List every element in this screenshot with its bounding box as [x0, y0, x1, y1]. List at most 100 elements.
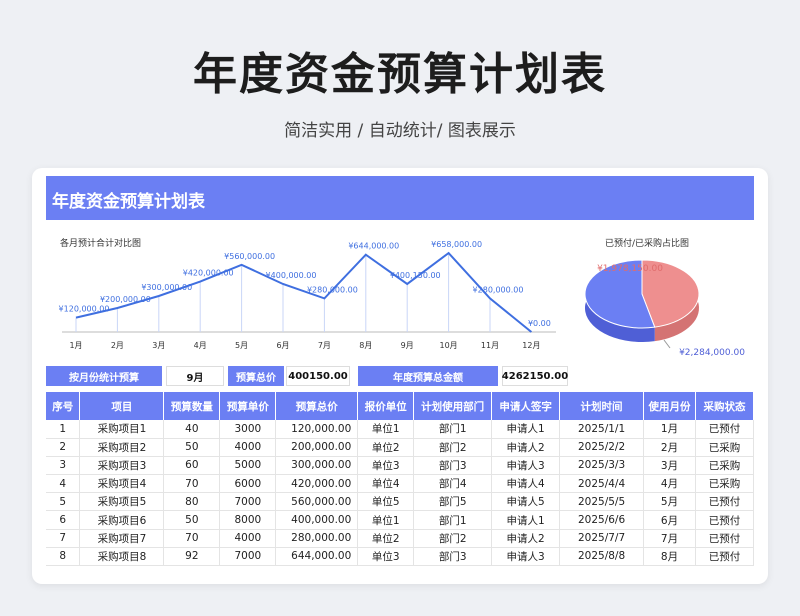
- table-cell[interactable]: 申请人4: [491, 474, 561, 494]
- table-cell[interactable]: 采购项目1: [79, 420, 165, 439]
- table-row[interactable]: 5 采购项目5 80 7000 560,000.00 单位5 部门5 申请人5 2025/5/5…: [46, 492, 755, 512]
- table-cell[interactable]: 已预付: [695, 510, 755, 530]
- table-cell[interactable]: 申请人5: [491, 492, 561, 512]
- table-cell[interactable]: 4000: [219, 438, 277, 457]
- table-cell[interactable]: 采购项目6: [79, 510, 165, 530]
- table-cell[interactable]: 申请人3: [491, 456, 561, 476]
- table-cell[interactable]: 已采购: [695, 456, 755, 476]
- table-cell[interactable]: 已预付: [695, 547, 755, 567]
- table-cell[interactable]: 280,000.00: [275, 529, 359, 548]
- table-cell[interactable]: 采购项目2: [79, 438, 165, 457]
- table-cell[interactable]: 6000: [219, 474, 277, 494]
- x-tick-label: 10月: [440, 341, 458, 350]
- table-cell[interactable]: 部门4: [413, 474, 493, 494]
- table-cell[interactable]: 部门1: [413, 510, 493, 530]
- table-cell[interactable]: 部门2: [413, 438, 493, 457]
- table-cell[interactable]: 300,000.00: [275, 456, 359, 476]
- table-cell[interactable]: 70: [163, 529, 221, 548]
- table-cell[interactable]: 已预付: [695, 529, 755, 548]
- table-cell[interactable]: 80: [163, 492, 221, 512]
- table-cell[interactable]: 1月: [643, 420, 696, 439]
- table-cell[interactable]: 120,000.00: [275, 420, 359, 439]
- table-cell[interactable]: 7000: [219, 492, 277, 512]
- table-cell[interactable]: 申请人2: [491, 529, 561, 548]
- table-cell[interactable]: 申请人2: [491, 438, 561, 457]
- table-cell[interactable]: 单位5: [357, 492, 415, 512]
- table-cell[interactable]: 单位1: [357, 510, 415, 530]
- table-cell[interactable]: 已预付: [695, 492, 755, 512]
- table-cell[interactable]: 2025/3/3: [559, 456, 645, 476]
- table-cell[interactable]: 60: [163, 456, 221, 476]
- table-cell[interactable]: 400,000.00: [275, 510, 359, 530]
- table-cell[interactable]: 申请人3: [491, 547, 561, 567]
- table-cell[interactable]: 2月: [643, 438, 696, 457]
- table-cell[interactable]: 4000: [219, 529, 277, 548]
- table-row[interactable]: 6 采购项目6 50 8000 400,000.00 单位1 部门1 申请人1 2025/6/6…: [46, 510, 755, 530]
- table-cell[interactable]: 2025/5/5: [559, 492, 645, 512]
- data-label: ¥644,000.00: [348, 242, 399, 251]
- table-cell[interactable]: 部门1: [413, 420, 493, 439]
- table-cell[interactable]: 7月: [643, 529, 696, 548]
- table-cell[interactable]: 92: [163, 547, 221, 567]
- table-cell[interactable]: 70: [163, 474, 221, 494]
- table-cell[interactable]: 2025/7/7: [559, 529, 645, 548]
- table-cell[interactable]: 8: [46, 547, 81, 567]
- table-cell[interactable]: 2025/2/2: [559, 438, 645, 457]
- table-cell[interactable]: 2025/4/4: [559, 474, 645, 494]
- table-cell[interactable]: 已预付: [695, 420, 755, 439]
- table-cell[interactable]: 50: [163, 438, 221, 457]
- table-cell[interactable]: 200,000.00: [275, 438, 359, 457]
- table-cell[interactable]: 采购项目4: [79, 474, 165, 494]
- table-cell[interactable]: 5000: [219, 456, 277, 476]
- table-cell[interactable]: 1: [46, 420, 81, 439]
- table-cell[interactable]: 644,000.00: [275, 547, 359, 567]
- table-cell[interactable]: 单位3: [357, 547, 415, 567]
- table-cell[interactable]: 采购项目7: [79, 529, 165, 548]
- table-cell[interactable]: 7000: [219, 547, 277, 567]
- table-row[interactable]: 2 采购项目2 50 4000 200,000.00 单位2 部门2 申请人2 2025/2/2…: [46, 438, 755, 457]
- table-cell[interactable]: 单位2: [357, 529, 415, 548]
- table-row[interactable]: 4 采购项目4 70 6000 420,000.00 单位4 部门4 申请人4 2025/4/4…: [46, 474, 755, 494]
- table-cell[interactable]: 4: [46, 474, 81, 494]
- table-cell[interactable]: 单位4: [357, 474, 415, 494]
- table-row[interactable]: 7 采购项目7 70 4000 280,000.00 单位2 部门2 申请人2 2025/7/7…: [46, 529, 755, 548]
- table-cell[interactable]: 采购项目3: [79, 456, 165, 476]
- table-cell[interactable]: 已采购: [695, 474, 755, 494]
- table-cell[interactable]: 8000: [219, 510, 277, 530]
- table-cell[interactable]: 部门5: [413, 492, 493, 512]
- table-cell[interactable]: 4月: [643, 474, 696, 494]
- table-cell[interactable]: 2025/6/6: [559, 510, 645, 530]
- table-cell[interactable]: 部门2: [413, 529, 493, 548]
- table-cell[interactable]: 部门3: [413, 547, 493, 567]
- table-cell[interactable]: 单位1: [357, 420, 415, 439]
- table-header-row: 序号 项目 预算数量 预算单价 预算总价 报价单位 计划使用部门 申请人签字 计划时间 使用月份采…: [46, 392, 755, 420]
- table-cell[interactable]: 单位3: [357, 456, 415, 476]
- table-cell[interactable]: 采购项目8: [79, 547, 165, 567]
- table-row[interactable]: 8 采购项目8 92 7000 644,000.00 单位3 部门3 申请人3 2025/8/8…: [46, 547, 755, 567]
- table-cell[interactable]: 已采购: [695, 438, 755, 457]
- table-cell[interactable]: 420,000.00: [275, 474, 359, 494]
- table-cell[interactable]: 申请人1: [491, 510, 561, 530]
- table-cell[interactable]: 5: [46, 492, 81, 512]
- table-cell[interactable]: 6月: [643, 510, 696, 530]
- table-cell[interactable]: 3000: [219, 420, 277, 439]
- table-cell[interactable]: 40: [163, 420, 221, 439]
- table-cell[interactable]: 5月: [643, 492, 696, 512]
- table-cell[interactable]: 部门3: [413, 456, 493, 476]
- table-cell[interactable]: 申请人1: [491, 420, 561, 439]
- month-value[interactable]: 9月: [166, 366, 224, 386]
- table-row[interactable]: 3 采购项目3 60 5000 300,000.00 单位3 部门3 申请人3 2025/3/3…: [46, 456, 755, 476]
- table-cell[interactable]: 3月: [643, 456, 696, 476]
- table-cell[interactable]: 2025/1/1: [559, 420, 645, 439]
- table-cell[interactable]: 50: [163, 510, 221, 530]
- table-cell[interactable]: 采购项目5: [79, 492, 165, 512]
- table-cell[interactable]: 6: [46, 510, 81, 530]
- table-cell[interactable]: 2025/8/8: [559, 547, 645, 567]
- table-cell[interactable]: 2: [46, 438, 81, 457]
- table-cell[interactable]: 3: [46, 456, 81, 476]
- table-cell[interactable]: 560,000.00: [275, 492, 359, 512]
- table-cell[interactable]: 单位2: [357, 438, 415, 457]
- table-cell[interactable]: 8月: [643, 547, 696, 567]
- table-cell[interactable]: 7: [46, 529, 81, 548]
- table-row[interactable]: 1 采购项目1 40 3000 120,000.00 单位1 部门1 申请人1 2025/1/1…: [46, 420, 755, 439]
